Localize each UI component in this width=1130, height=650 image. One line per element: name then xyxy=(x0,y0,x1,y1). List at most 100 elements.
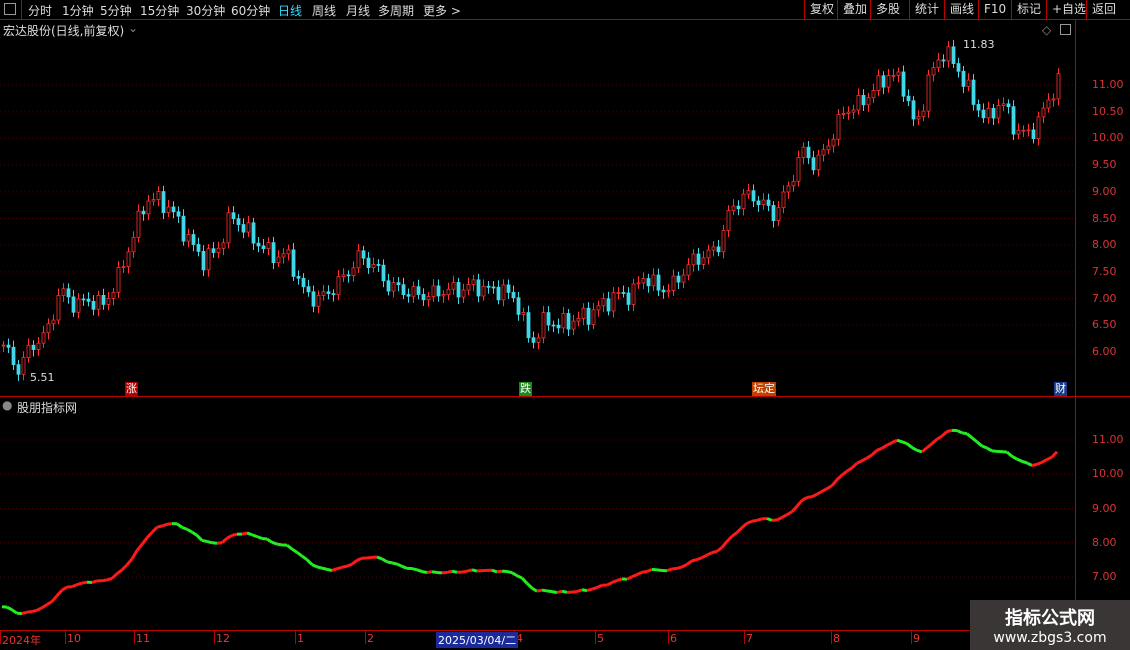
indicator-segment xyxy=(416,568,423,573)
indicator-segment xyxy=(421,570,428,574)
candle xyxy=(1,344,6,347)
indicator-segment xyxy=(571,590,578,594)
candle xyxy=(856,94,861,111)
candle xyxy=(866,97,871,106)
candle xyxy=(851,109,856,113)
candle xyxy=(446,288,451,295)
indicator-segment xyxy=(876,446,883,452)
indicator-segment xyxy=(271,540,278,546)
time-axis-label: 9 xyxy=(913,632,920,645)
indicator-segment xyxy=(911,446,918,452)
indicator-segment xyxy=(316,565,323,570)
candle xyxy=(756,200,761,206)
candle xyxy=(576,317,581,322)
candle xyxy=(1001,103,1006,107)
toolbar-button[interactable]: 返回 xyxy=(1086,0,1121,19)
indicator-segment xyxy=(266,537,273,544)
time-axis-divider xyxy=(744,630,745,644)
candle xyxy=(56,295,61,321)
candle xyxy=(911,100,916,120)
indicator-axis-tick: 8.00 xyxy=(1092,535,1117,549)
candle xyxy=(331,293,336,296)
price-axis-tick: 7.50 xyxy=(1092,264,1117,278)
indicator-segment xyxy=(531,586,538,593)
candle xyxy=(226,212,231,244)
candle xyxy=(126,251,131,267)
indicator-segment xyxy=(861,456,868,463)
candle xyxy=(36,342,41,350)
candle xyxy=(766,199,771,206)
time-axis-divider xyxy=(595,630,596,644)
price-axis-tick: 6.50 xyxy=(1092,318,1117,332)
indicator-segment xyxy=(206,539,213,545)
indicator-segment xyxy=(701,553,708,560)
indicator-axis-tick: 11.00 xyxy=(1092,433,1124,446)
indicator-segment xyxy=(556,589,563,594)
watermark-url: www.zbgs3.com xyxy=(993,630,1107,646)
candle xyxy=(676,275,681,283)
candle xyxy=(176,211,181,217)
candle xyxy=(991,107,996,119)
indicator-segment xyxy=(921,446,928,453)
candle xyxy=(426,296,431,301)
candle xyxy=(711,246,716,251)
price-axis-tick: 9.50 xyxy=(1092,158,1117,172)
candle xyxy=(541,312,546,339)
indicator-segment xyxy=(181,525,188,531)
candle xyxy=(871,90,876,99)
candle xyxy=(326,291,331,295)
candle xyxy=(456,282,461,298)
candle xyxy=(76,298,81,313)
indicator-segment xyxy=(21,610,28,616)
candle xyxy=(606,298,611,312)
indicator-segment xyxy=(576,588,583,594)
indicator-segment xyxy=(870,449,879,456)
indicator-segment xyxy=(591,586,598,591)
candle xyxy=(1046,99,1051,109)
candle xyxy=(66,288,71,298)
candle xyxy=(241,224,246,233)
indicator-segment xyxy=(981,444,988,450)
indicator-axis-tick: 7.00 xyxy=(1092,570,1117,583)
indicator-segment xyxy=(1041,458,1048,464)
candle xyxy=(616,292,621,294)
indicator-segment xyxy=(586,587,593,593)
indicator-segment xyxy=(1026,461,1033,467)
indicator-segment xyxy=(26,610,33,614)
candle xyxy=(271,242,276,264)
candle xyxy=(121,266,126,268)
indicator-segment xyxy=(130,549,139,560)
indicator-segment xyxy=(376,555,383,561)
candle xyxy=(61,288,66,296)
candle xyxy=(256,242,261,247)
indicator-segment xyxy=(6,605,13,612)
candle xyxy=(731,205,736,212)
indicator-segment xyxy=(741,522,748,529)
candle xyxy=(381,264,386,282)
candle xyxy=(16,364,21,375)
candle xyxy=(771,205,776,222)
indicator-segment xyxy=(795,499,804,508)
candle xyxy=(751,190,756,202)
candle xyxy=(796,157,801,182)
indicator-segment xyxy=(241,531,248,536)
candle xyxy=(1041,107,1046,118)
candle xyxy=(571,320,576,330)
indicator-segment xyxy=(826,484,833,490)
indicator-segment xyxy=(311,563,318,569)
candle xyxy=(686,264,691,276)
candle xyxy=(671,275,676,291)
indicator-segment xyxy=(161,522,168,528)
price-chart[interactable] xyxy=(0,0,1075,630)
indicator-segment xyxy=(401,564,408,570)
candle xyxy=(351,267,356,277)
candle xyxy=(951,46,956,64)
indicator-segment xyxy=(956,429,963,435)
indicator-segment xyxy=(816,490,823,496)
indicator-segment xyxy=(626,575,633,581)
indicator-segment xyxy=(606,581,613,587)
candle xyxy=(286,249,291,255)
candle xyxy=(301,277,306,288)
candle xyxy=(321,291,326,296)
time-axis-label: 6 xyxy=(670,632,677,645)
